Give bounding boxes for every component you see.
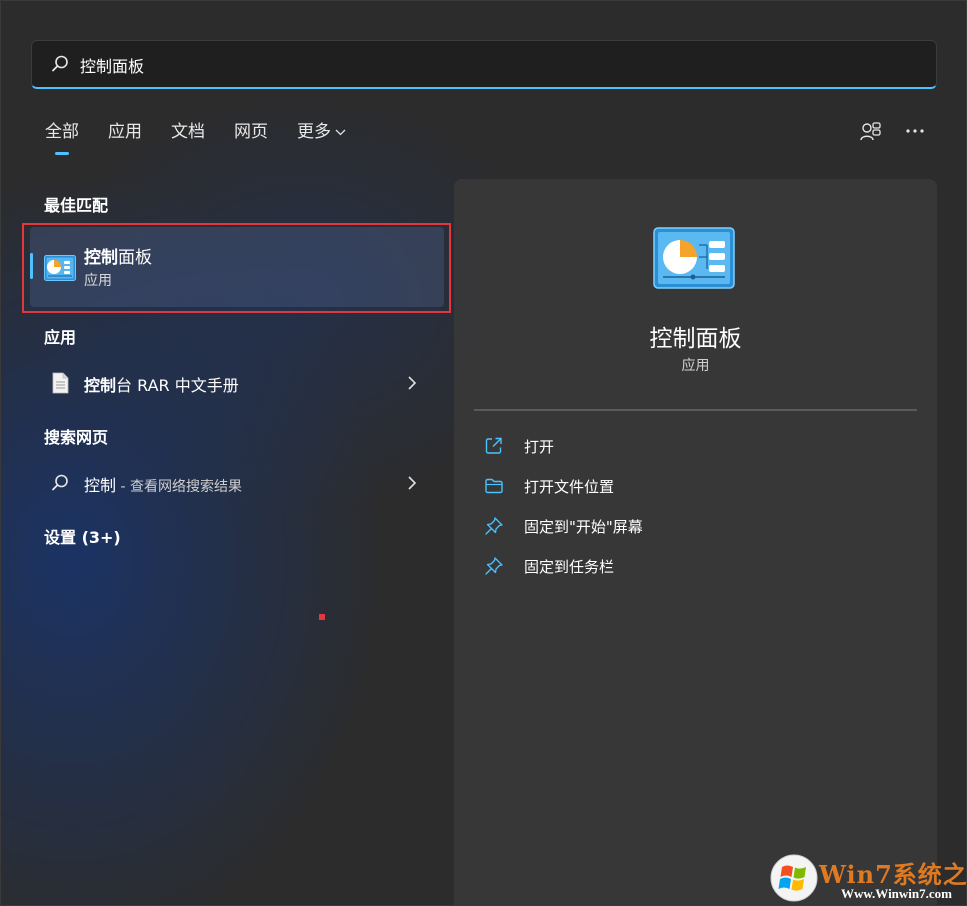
tab-more-label: 更多	[297, 122, 331, 142]
action-label: 打开文件位置	[524, 478, 615, 496]
folder-icon	[485, 478, 503, 494]
tab-all[interactable]: 全部	[45, 119, 79, 155]
search-box[interactable]	[31, 40, 937, 89]
section-settings[interactable]: 设置 (3+)	[44, 524, 121, 548]
details-title: 控制面板	[649, 326, 742, 352]
tab-more[interactable]: 更多	[297, 119, 346, 149]
action-label: 固定到"开始"屏幕	[524, 518, 643, 536]
divider	[474, 409, 917, 411]
search-input[interactable]	[80, 41, 920, 88]
chevron-right-icon	[408, 476, 417, 490]
selection-indicator	[30, 253, 33, 279]
section-web: 搜索网页	[44, 428, 109, 447]
details-type: 应用	[681, 358, 710, 374]
watermark: Win7系统之家 Www.Winwin7.com	[769, 853, 967, 905]
more-options-icon[interactable]	[902, 119, 928, 145]
filter-tabs: 全部 应用 文档 网页 更多	[45, 119, 375, 159]
tab-web[interactable]: 网页	[234, 119, 268, 149]
tab-documents[interactable]: 文档	[171, 119, 205, 149]
chevron-right-icon	[408, 376, 417, 390]
control-panel-icon	[44, 255, 76, 281]
open-external-icon	[485, 437, 502, 454]
action-pin-to-start[interactable]: 固定到"开始"屏幕	[484, 511, 904, 541]
action-label: 固定到任务栏	[524, 558, 615, 576]
details-panel: 控制面板 应用 打开 打开文件位置 固定到"开始"屏幕 固定到任务栏	[454, 179, 937, 906]
control-panel-icon	[653, 227, 735, 289]
watermark-title: Win7系统之家	[819, 860, 967, 889]
document-icon	[52, 372, 69, 394]
pin-icon	[485, 557, 503, 575]
tab-apps[interactable]: 应用	[108, 119, 142, 149]
best-match-type: 应用	[84, 273, 112, 289]
section-apps: 应用	[44, 328, 77, 347]
best-match-result[interactable]: 控制面板 应用	[30, 227, 444, 307]
cursor-marker	[319, 614, 325, 620]
start-search-window: 全部 应用 文档 网页 更多 最佳匹配 控制面板 应用	[0, 0, 967, 906]
web-result-search[interactable]: 控制 - 查看网络搜索结果	[30, 462, 444, 504]
action-open-file-location[interactable]: 打开文件位置	[484, 471, 904, 501]
chevron-down-icon	[335, 129, 346, 136]
app-result-rar-manual[interactable]: 控制台 RAR 中文手册	[30, 362, 444, 404]
action-pin-to-taskbar[interactable]: 固定到任务栏	[484, 551, 904, 581]
best-match-name: 控制面板	[84, 248, 152, 268]
search-icon	[52, 55, 68, 72]
pin-icon	[485, 517, 503, 535]
web-result-label: 控制 - 查看网络搜索结果	[84, 476, 242, 495]
watermark-url: Www.Winwin7.com	[841, 886, 952, 901]
app-result-label: 控制台 RAR 中文手册	[84, 376, 239, 395]
account-switch-icon[interactable]	[858, 119, 884, 145]
search-icon	[52, 474, 68, 491]
section-best-match: 最佳匹配	[44, 196, 109, 215]
action-label: 打开	[524, 438, 555, 456]
windows-logo-icon	[770, 854, 818, 902]
action-open[interactable]: 打开	[484, 431, 904, 461]
